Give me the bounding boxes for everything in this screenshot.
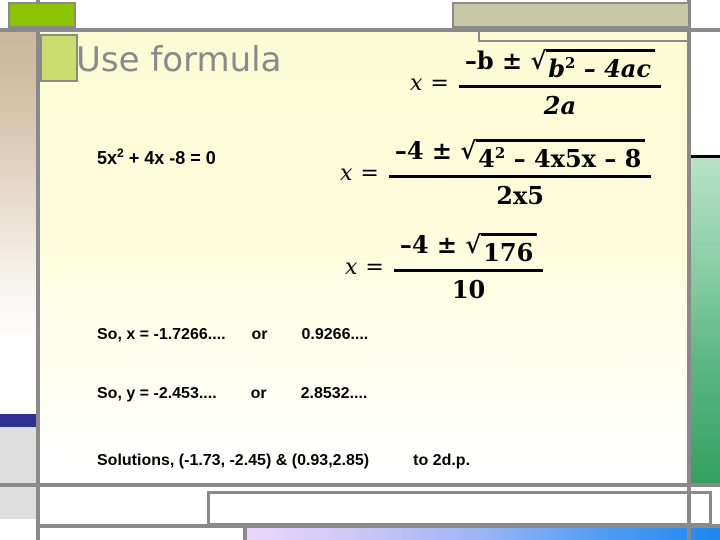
formula2-sqrt: √ 42 – 4x5x – 8 <box>460 136 646 173</box>
formula2-radicand-tail: – 4x5x – 8 <box>505 144 642 173</box>
formula1-sqrt: √ b2 – 4ac <box>530 49 655 83</box>
result-line-solutions: Solutions, (-1.73, -2.45) & (0.93,2.85) t… <box>97 452 470 470</box>
formula2-denominator: 2x5 <box>496 181 544 210</box>
source-equation-exponent: 2 <box>117 146 124 160</box>
result-y-label: So, y = <box>97 385 150 402</box>
result-line-x: So, x = -1.7266.... or 0.9266.... <box>97 326 368 344</box>
right-green-gradient-strip <box>691 155 720 485</box>
solutions-pair2: (0.93,2.85) <box>291 452 370 469</box>
formula1-lhs: x <box>410 70 423 96</box>
result-x-label: So, x = <box>97 326 150 343</box>
substituted-formula: x = –4 ± √ 42 – 4x5x – 8 2x5 <box>340 136 652 210</box>
formula1-radicand-base: b <box>548 54 566 83</box>
formula3-lhs: x <box>345 254 358 280</box>
solutions-pair1: (-1.73, -2.45) <box>178 452 272 469</box>
formula2-radicand: 42 – 4x5x – 8 <box>476 139 646 173</box>
top-right-tan-block <box>452 2 690 28</box>
formula2-equals: = <box>360 160 379 186</box>
result-y-value2: 2.8532.... <box>300 385 368 402</box>
formula1-denominator: 2a <box>543 91 577 120</box>
result-y-or: or <box>250 385 267 402</box>
footer-outline-box <box>207 491 712 526</box>
top-right-outline-stub <box>478 30 690 42</box>
slide-root: Use formula 5x2 + 4x -8 = 0 x = –b ± √ b2… <box>0 0 720 540</box>
solutions-note: to 2d.p. <box>413 452 471 469</box>
formula3-fraction: –4 ± √ 176 10 <box>393 230 544 304</box>
formula3-denominator: 10 <box>451 275 486 304</box>
source-equation-prefix: 5x <box>97 148 118 168</box>
formula3-sqrt: √ 176 <box>465 230 538 267</box>
result-x-or: or <box>251 326 268 343</box>
formula1-num-prefix: –b ± <box>464 46 523 75</box>
formula3-num-prefix: –4 ± <box>399 230 458 259</box>
left-blue-bar <box>0 414 36 427</box>
formula1-radicand-exponent: 2 <box>565 54 576 72</box>
radical-icon: √ <box>460 136 477 165</box>
formula2-fraction: –4 ± √ 42 – 4x5x – 8 2x5 <box>388 136 652 210</box>
formula2-radicand-base: 4 <box>478 144 495 173</box>
frame-line-bottom <box>0 483 720 487</box>
formula2-radicand-exponent: 2 <box>494 144 506 162</box>
bottom-gradient-bar <box>245 528 720 540</box>
result-line-y: So, y = -2.453.... or 2.8532.... <box>97 385 367 403</box>
radical-icon: √ <box>530 46 547 75</box>
result-x-value1: -1.7266.... <box>153 326 226 343</box>
formula2-num-prefix: –4 ± <box>394 136 453 165</box>
radical-icon: √ <box>465 230 482 259</box>
formula1-radicand: b2 – 4ac <box>546 49 655 83</box>
formula2-numerator: –4 ± √ 42 – 4x5x – 8 <box>389 136 652 175</box>
formula3-radicand: 176 <box>481 233 538 267</box>
formula1-fraction: –b ± √ b2 – 4ac 2a <box>458 46 661 120</box>
formula1-equals: = <box>430 70 449 96</box>
solutions-ampersand: & <box>275 452 288 469</box>
formula1-radicand-tail: – 4ac <box>575 54 651 83</box>
formula3-numerator: –4 ± √ 176 <box>394 230 543 269</box>
formula2-lhs: x <box>340 160 353 186</box>
simplified-formula: x = –4 ± √ 176 10 <box>345 230 544 304</box>
result-y-value1: -2.453.... <box>153 385 217 402</box>
left-gradient-strip <box>0 32 36 412</box>
frame-line-right <box>687 0 691 540</box>
left-gray-block <box>0 427 36 519</box>
title-lime-block <box>40 34 78 82</box>
result-x-value2: 0.9266.... <box>301 326 369 343</box>
formula3-equals: = <box>365 254 384 280</box>
top-left-green-block <box>8 2 76 28</box>
source-equation-rest: + 4x -8 = 0 <box>123 148 216 168</box>
page-title: Use formula <box>76 40 282 80</box>
frame-line-footer-tick <box>243 524 247 540</box>
source-equation: 5x2 + 4x -8 = 0 <box>97 146 216 169</box>
solutions-label: Solutions, <box>97 452 175 469</box>
quadratic-formula: x = –b ± √ b2 – 4ac 2a <box>410 46 661 120</box>
formula1-numerator: –b ± √ b2 – 4ac <box>459 46 661 85</box>
